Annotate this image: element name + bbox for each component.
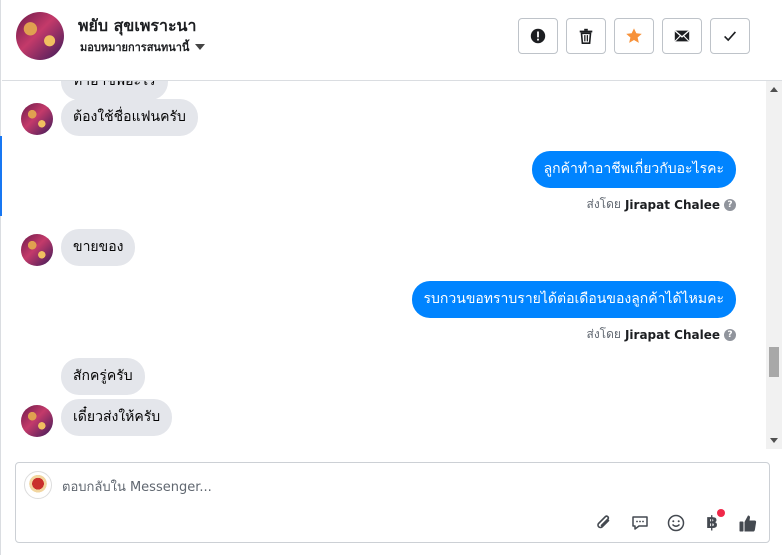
saved-replies-button[interactable] <box>629 512 651 534</box>
star-button[interactable] <box>614 18 654 54</box>
emoji-icon <box>667 514 685 532</box>
message-incoming: ต้องใช้ชื่อแฟนครับ <box>61 99 198 136</box>
left-border <box>0 0 1 555</box>
star-icon <box>626 28 642 43</box>
caret-down-icon <box>195 44 206 50</box>
thumbs-up-icon <box>739 515 757 532</box>
like-button[interactable] <box>737 512 759 534</box>
scroll-up-arrow-icon[interactable] <box>770 87 778 92</box>
report-button[interactable] <box>518 18 558 54</box>
message-outgoing: รบกวนขอทราบรายได้ต่อเดือนของลูกค้าได้ไหม… <box>411 281 736 318</box>
attach-file-button[interactable] <box>593 512 615 534</box>
sent-by-label: ส่งโดย Jirapat Chalee ? <box>586 325 736 344</box>
assign-conversation-dropdown[interactable]: มอบหมายการสนทนานี้ <box>80 38 206 56</box>
delete-button[interactable] <box>566 18 606 54</box>
baht-payment-icon: ฿ <box>706 513 718 533</box>
envelope-icon <box>674 30 690 42</box>
sender-name[interactable]: Jirapat Chalee <box>625 328 720 342</box>
conversation-header: พยับ สุขเพราะนา มอบหมายการสนทนานี้ <box>2 0 782 81</box>
exclamation-icon <box>530 28 546 44</box>
sent-by-prefix: ส่งโดย <box>586 327 621 341</box>
customer-name[interactable]: พยับ สุขเพราะนา <box>78 14 196 39</box>
thread-scrollbar[interactable] <box>766 81 782 449</box>
message-incoming: สักครู่ครับ <box>61 358 145 395</box>
assign-label: มอบหมายการสนทนานี้ <box>80 41 190 54</box>
message-incoming: ขายของ <box>61 229 136 266</box>
customer-avatar-small <box>21 103 53 135</box>
message-incoming: เดี๋ยวส่งให้ครับ <box>61 399 173 436</box>
check-icon <box>724 31 737 42</box>
help-icon[interactable]: ? <box>724 198 736 211</box>
message-outgoing: ลูกค้าทำอาชีพเกี่ยวกับอะไรคะ <box>531 151 736 188</box>
customer-avatar[interactable] <box>16 12 64 60</box>
paperclip-icon <box>597 515 610 529</box>
scrollbar-thumb[interactable] <box>769 347 779 377</box>
composer-tools: ฿ <box>593 509 759 534</box>
mark-done-button[interactable] <box>710 18 750 54</box>
reply-input[interactable] <box>62 477 742 497</box>
saved-reply-icon <box>632 516 648 530</box>
sender-name[interactable]: Jirapat Chalee <box>625 198 720 212</box>
reply-composer: ฿ <box>15 462 770 543</box>
page-avatar <box>24 471 52 499</box>
message-incoming: ทำอาชีพอะไร <box>61 81 168 100</box>
customer-avatar-small <box>21 234 53 266</box>
customer-avatar-small <box>21 405 53 437</box>
mark-unread-button[interactable] <box>662 18 702 54</box>
message-thread[interactable]: ทำอาชีพอะไร ต้องใช้ชื่อแฟนครับ ลูกค้าทำอ… <box>2 81 766 449</box>
sent-by-prefix: ส่งโดย <box>586 197 621 211</box>
header-actions <box>518 18 750 54</box>
sent-by-label: ส่งโดย Jirapat Chalee ? <box>586 195 736 214</box>
scroll-down-arrow-icon[interactable] <box>770 438 778 443</box>
trash-icon <box>579 28 593 45</box>
emoji-button[interactable] <box>665 512 687 534</box>
help-icon[interactable]: ? <box>724 328 736 341</box>
payment-button[interactable]: ฿ <box>701 509 725 534</box>
notification-dot <box>717 509 725 517</box>
